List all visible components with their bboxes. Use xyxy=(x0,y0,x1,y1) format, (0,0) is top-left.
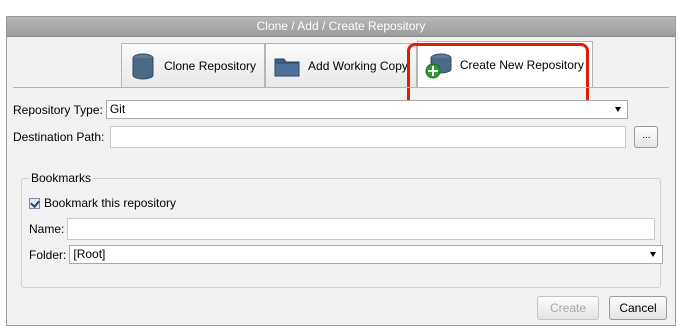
tab-add-working-copy[interactable]: Add Working Copy xyxy=(265,43,417,87)
dropdown-arrow-icon xyxy=(614,107,621,112)
destination-path-label: Destination Path: xyxy=(13,130,105,144)
repository-type-row: Repository Type: Git xyxy=(13,100,628,119)
cancel-button[interactable]: Cancel xyxy=(609,296,667,320)
repository-type-label: Repository Type: xyxy=(13,102,103,117)
name-field[interactable] xyxy=(67,218,656,240)
tab-label: Add Working Copy xyxy=(308,58,408,73)
page: Clone / Add / Create Repository Clone Re… xyxy=(0,0,682,329)
folder-select[interactable]: [Root] xyxy=(69,245,664,264)
destination-path-row: Destination Path: ... xyxy=(13,126,659,148)
clone-add-create-dialog: Clone / Add / Create Repository Clone Re… xyxy=(6,16,676,326)
repository-type-select[interactable]: Git xyxy=(105,100,628,119)
tab-label: Clone Repository xyxy=(164,58,257,73)
bookmark-checkbox-label: Bookmark this repository xyxy=(44,196,177,210)
bookmark-checkbox[interactable] xyxy=(29,197,40,209)
tab-clone-repository[interactable]: Clone Repository xyxy=(121,43,266,87)
repository-type-value: Git xyxy=(109,102,126,116)
name-label: Name: xyxy=(29,222,65,236)
folder-value: [Root] xyxy=(73,247,106,261)
bookmarks-group-title: Bookmarks xyxy=(29,171,94,185)
name-row: Name: xyxy=(29,218,656,240)
browse-button[interactable]: ... xyxy=(634,126,659,148)
window-title: Clone / Add / Create Repository xyxy=(7,17,675,37)
folder-row: Folder: [Root] xyxy=(29,245,664,264)
destination-path-field[interactable] xyxy=(110,126,627,148)
dialog-buttons: Create Cancel xyxy=(537,296,667,320)
database-stack-icon xyxy=(128,51,158,81)
create-button[interactable]: Create xyxy=(537,296,599,320)
create-repository-panel: Repository Type: Git Destination Path: .… xyxy=(13,87,669,321)
dropdown-arrow-icon xyxy=(650,252,657,257)
folder-icon xyxy=(272,51,302,81)
bookmark-checkbox-row[interactable]: Bookmark this repository xyxy=(29,196,176,210)
folder-label: Folder: xyxy=(29,247,67,262)
